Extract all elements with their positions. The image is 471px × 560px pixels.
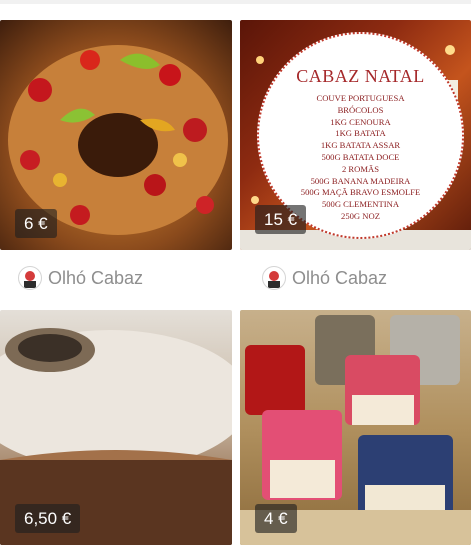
sign-item: 500G MAÇÃ BRAVO ESMOLFE: [300, 187, 421, 198]
seller-avatar: [18, 266, 42, 290]
sign-item: 1KG BATATA: [335, 128, 386, 139]
price-badge: 6 €: [15, 209, 57, 238]
sign-item: 500G CLEMENTINA: [321, 199, 400, 210]
listing-image-doces[interactable]: 4 €: [240, 310, 471, 545]
sign-item: 250G NOZ: [341, 210, 380, 221]
sign-item-list: COUVE PORTUGUESA BRÓCOLOS 1KG CENOURA 1K…: [301, 93, 420, 223]
top-divider: [0, 0, 471, 4]
sign-item: 2 ROMÃS: [341, 163, 379, 174]
seller-link[interactable]: Olhó Cabaz: [18, 263, 143, 293]
price-badge: 15 €: [255, 205, 307, 234]
seller-name: Olhó Cabaz: [48, 267, 144, 288]
sign-item: COUVE PORTUGUESA: [316, 93, 405, 103]
sign-item: 500G BATATA DOCE: [321, 151, 400, 162]
sign-title: CABAZ NATAL: [296, 66, 425, 86]
price-badge: 4 €: [255, 504, 297, 533]
seller-link[interactable]: Olhó Cabaz: [262, 263, 387, 293]
price-badge: 6,50 €: [15, 504, 81, 533]
seller-name: Olhó Cabaz: [292, 267, 388, 288]
sign-item: 500G BANANA MADEIRA: [310, 175, 411, 186]
sign-item: BRÓCOLOS: [337, 104, 384, 115]
sign-item: 1KG BATATA ASSAR: [320, 140, 401, 151]
seller-avatar: [262, 266, 286, 290]
listing-image-bolo-rei[interactable]: 6 €: [0, 20, 232, 250]
sign-item: 1KG CENOURA: [330, 116, 391, 127]
listing-image-pao-de-lo[interactable]: 6,50 €: [0, 310, 232, 545]
